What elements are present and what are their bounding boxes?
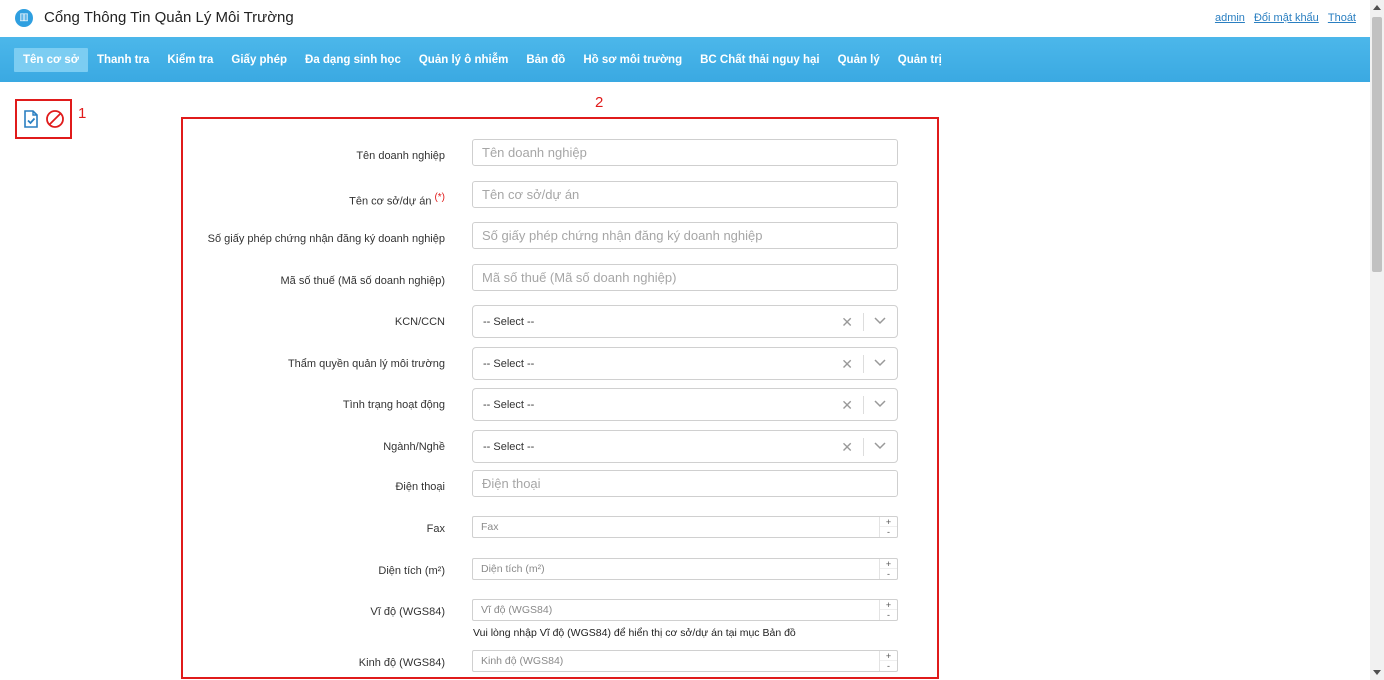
nav-item-quan-ly[interactable]: Quản lý [829, 48, 889, 72]
label-dien-tich: Diện tích (m²) [378, 565, 445, 577]
page-scrollbar[interactable] [1370, 0, 1384, 680]
facility-form: Tên doanh nghiệp Tên cơ sở/dự án(*) Số g… [181, 117, 939, 679]
nav-item-giay-phep[interactable]: Giấy phép [222, 48, 296, 72]
increment-icon[interactable]: + [880, 559, 897, 569]
app-header: ▥ Cổng Thông Tin Quản Lý Môi Trường admi… [0, 0, 1370, 37]
app-title: Cổng Thông Tin Quản Lý Môi Trường [44, 9, 294, 26]
vi-do-spin: + - [879, 600, 897, 620]
change-password-link[interactable]: Đổi mật khẩu [1254, 12, 1319, 24]
label-nganh-nghe: Ngành/Nghề [383, 441, 445, 453]
clear-icon[interactable]: ✕ [841, 314, 853, 331]
label-fax: Fax [426, 523, 445, 535]
increment-icon[interactable]: + [880, 600, 897, 610]
label-kinh-do: Kinh độ (WGS84) [358, 657, 445, 669]
required-mark: (*) [434, 192, 445, 203]
tham-quyen-select[interactable]: -- Select -- ✕ [472, 347, 898, 380]
dien-tich-stepper: + - [472, 558, 898, 580]
label-so-giay-phep: Số giấy phép chứng nhận đăng ký doanh ng… [207, 233, 445, 245]
label-ten-co-so-text: Tên cơ sở/dự án [349, 195, 432, 208]
vi-do-help-text: Vui lòng nhập Vĩ độ (WGS84) để hiển thị … [473, 627, 796, 639]
select-separator [863, 355, 864, 373]
dien-tich-input[interactable] [473, 559, 877, 579]
fax-spin: + - [879, 517, 897, 537]
increment-icon[interactable]: + [880, 651, 897, 661]
decrement-icon[interactable]: - [880, 569, 897, 579]
tinh-trang-select[interactable]: -- Select -- ✕ [472, 388, 898, 421]
scrollbar-thumb[interactable] [1372, 17, 1382, 272]
nav-item-kiem-tra[interactable]: Kiểm tra [158, 48, 222, 72]
ten-doanh-nghiep-input[interactable] [472, 139, 898, 166]
select-separator [863, 313, 864, 331]
nav-item-ho-so-moi-truong[interactable]: Hồ sơ môi trường [574, 48, 691, 72]
ten-co-so-input[interactable] [472, 181, 898, 208]
decrement-icon[interactable]: - [880, 610, 897, 620]
ma-so-thue-input[interactable] [472, 264, 898, 291]
kcn-ccn-select[interactable]: -- Select -- ✕ [472, 305, 898, 338]
annotation-marker-2: 2 [595, 94, 604, 111]
fax-input[interactable] [473, 517, 877, 537]
dien-tich-spin: + - [879, 559, 897, 579]
scroll-up-icon[interactable] [1373, 5, 1381, 10]
tham-quyen-value: -- Select -- [483, 358, 535, 370]
label-ma-so-thue: Mã số thuế (Mã số doanh nghiệp) [280, 275, 446, 287]
main-nav: Tên cơ sở Thanh tra Kiểm tra Giấy phép Đ… [0, 37, 1370, 82]
label-ten-co-so: Tên cơ sở/dự án (*) [349, 192, 445, 208]
decrement-icon[interactable]: - [880, 527, 897, 537]
decrement-icon[interactable]: - [880, 661, 897, 671]
clear-icon[interactable]: ✕ [841, 356, 853, 373]
chevron-down-icon[interactable] [874, 359, 886, 367]
nav-item-quan-tri[interactable]: Quản trị [889, 48, 951, 72]
nav-item-bc-chat-thai[interactable]: BC Chất thải nguy hại [691, 48, 828, 72]
user-link-admin[interactable]: admin [1215, 12, 1245, 24]
logout-link[interactable]: Thoát [1328, 12, 1356, 24]
label-tham-quyen: Thẩm quyền quản lý môi trường [287, 358, 445, 370]
nav-item-ban-do[interactable]: Bản đồ [517, 48, 574, 72]
label-tinh-trang: Tình trạng hoạt động [342, 399, 445, 411]
nganh-nghe-select[interactable]: -- Select -- ✕ [472, 430, 898, 463]
kinh-do-input[interactable] [473, 651, 877, 671]
kcn-ccn-value: -- Select -- [483, 316, 535, 328]
nav-item-thanh-tra[interactable]: Thanh tra [88, 48, 158, 72]
vi-do-stepper: + - [472, 599, 898, 621]
tinh-trang-value: -- Select -- [483, 399, 535, 411]
clear-icon[interactable]: ✕ [841, 397, 853, 414]
cancel-icon[interactable] [45, 109, 65, 129]
increment-icon[interactable]: + [880, 517, 897, 527]
label-vi-do: Vĩ độ (WGS84) [370, 606, 445, 618]
select-separator [863, 396, 864, 414]
chevron-down-icon[interactable] [874, 400, 886, 408]
user-links: admin Đổi mật khẩu Thoát [1209, 12, 1356, 24]
select-separator [863, 438, 864, 456]
app-logo-icon: ▥ [15, 9, 33, 27]
nganh-nghe-value: -- Select -- [483, 441, 535, 453]
chevron-down-icon[interactable] [874, 442, 886, 450]
so-giay-phep-input[interactable] [472, 222, 898, 249]
label-kcn-ccn: KCN/CCN [394, 316, 445, 328]
annotation-marker-1: 1 [78, 105, 87, 122]
dien-thoai-input[interactable] [472, 470, 898, 497]
chevron-down-icon[interactable] [874, 317, 886, 325]
nav-item-quan-ly-o-nhiem[interactable]: Quản lý ô nhiễm [410, 48, 517, 72]
kinh-do-spin: + - [879, 651, 897, 671]
label-ten-doanh-nghiep: Tên doanh nghiệp [356, 150, 445, 162]
nav-item-ten-co-so[interactable]: Tên cơ sở [14, 47, 88, 72]
clear-icon[interactable]: ✕ [841, 439, 853, 456]
nav-item-da-dang-sinh-hoc[interactable]: Đa dạng sinh học [296, 48, 410, 72]
label-dien-thoai: Điện thoại [395, 481, 445, 493]
vi-do-input[interactable] [473, 600, 877, 620]
kinh-do-stepper: + - [472, 650, 898, 672]
fax-stepper: + - [472, 516, 898, 538]
form-toolbar [15, 99, 72, 139]
scroll-down-icon[interactable] [1373, 670, 1381, 675]
save-icon[interactable] [23, 110, 39, 128]
page: ▥ Cổng Thông Tin Quản Lý Môi Trường admi… [0, 0, 1384, 680]
